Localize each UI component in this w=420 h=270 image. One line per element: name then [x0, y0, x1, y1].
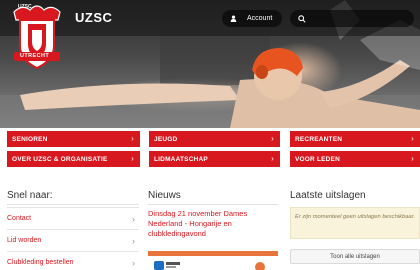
nav-lidmaatschap[interactable]: LIDMAATSCHAP › [149, 151, 280, 167]
nav-over-uzsc[interactable]: OVER UZSC & ORGANISATIE › [7, 151, 140, 167]
news-title: Nieuws [148, 190, 181, 201]
main-nav: SENIOREN › JEUGD › RECREANTEN › OVER UZS… [7, 131, 420, 167]
account-button[interactable]: Account [222, 10, 282, 27]
chevron-right-icon: › [131, 134, 134, 143]
chevron-right-icon: › [271, 154, 274, 163]
nav-jeugd[interactable]: JEUGD › [149, 131, 280, 147]
chevron-right-icon: › [132, 213, 135, 224]
news-thumbnail[interactable] [150, 259, 278, 270]
chevron-right-icon: › [131, 154, 134, 163]
quick-links-title: Snel naar: [7, 190, 53, 201]
results-title: Laatste uitslagen [290, 190, 366, 201]
nav-senioren[interactable]: SENIOREN › [7, 131, 140, 147]
quick-link-contact[interactable]: Contact › [7, 207, 139, 229]
nav-label: LIDMAATSCHAP [154, 155, 208, 163]
news-headline-link[interactable]: Dinsdag 21 november Dames Nederland - Ho… [148, 209, 278, 239]
nav-label: RECREANTEN [295, 135, 343, 143]
nav-voor-leden[interactable]: VOOR LEDEN › [290, 151, 420, 167]
chevron-right-icon: › [411, 154, 414, 163]
site-title[interactable]: UZSC [75, 10, 112, 25]
chevron-right-icon: › [411, 134, 414, 143]
club-logo[interactable]: UZSC UTRECHT [6, 2, 68, 74]
search-input[interactable] [290, 10, 414, 27]
nav-recreanten[interactable]: RECREANTEN › [290, 131, 420, 147]
quick-link-lid-worden[interactable]: Lid worden › [7, 229, 139, 251]
user-icon [230, 15, 237, 22]
divider [7, 204, 139, 205]
chevron-right-icon: › [132, 257, 135, 268]
quick-link-label: Clubkleding bestellen [7, 259, 74, 266]
show-all-results-button[interactable]: Toon alle uitslagen [290, 249, 420, 264]
chevron-right-icon: › [132, 235, 135, 246]
nav-label: VOOR LEDEN [295, 155, 340, 163]
nav-label: OVER UZSC & ORGANISATIE [12, 155, 108, 163]
quick-link-label: Lid worden [7, 237, 42, 244]
quick-link-label: Contact [7, 215, 32, 222]
results-empty-notice: Er zijn momenteel geen uitslagen beschik… [290, 207, 420, 239]
divider [148, 204, 278, 205]
search-icon [298, 14, 306, 23]
crest-icon [13, 5, 61, 70]
chevron-right-icon: › [271, 134, 274, 143]
news-accent-bar [148, 251, 278, 256]
nav-label: JEUGD [154, 135, 178, 143]
nav-label: SENIOREN [12, 135, 48, 143]
logo-text-top: UZSC [18, 4, 32, 10]
logo-text-bottom: UTRECHT [20, 53, 50, 59]
hero-banner: UZSC UTRECHT UZSC Account [0, 0, 420, 128]
account-label: Account [247, 15, 273, 22]
quick-link-clubkleding[interactable]: Clubkleding bestellen › [7, 251, 139, 270]
